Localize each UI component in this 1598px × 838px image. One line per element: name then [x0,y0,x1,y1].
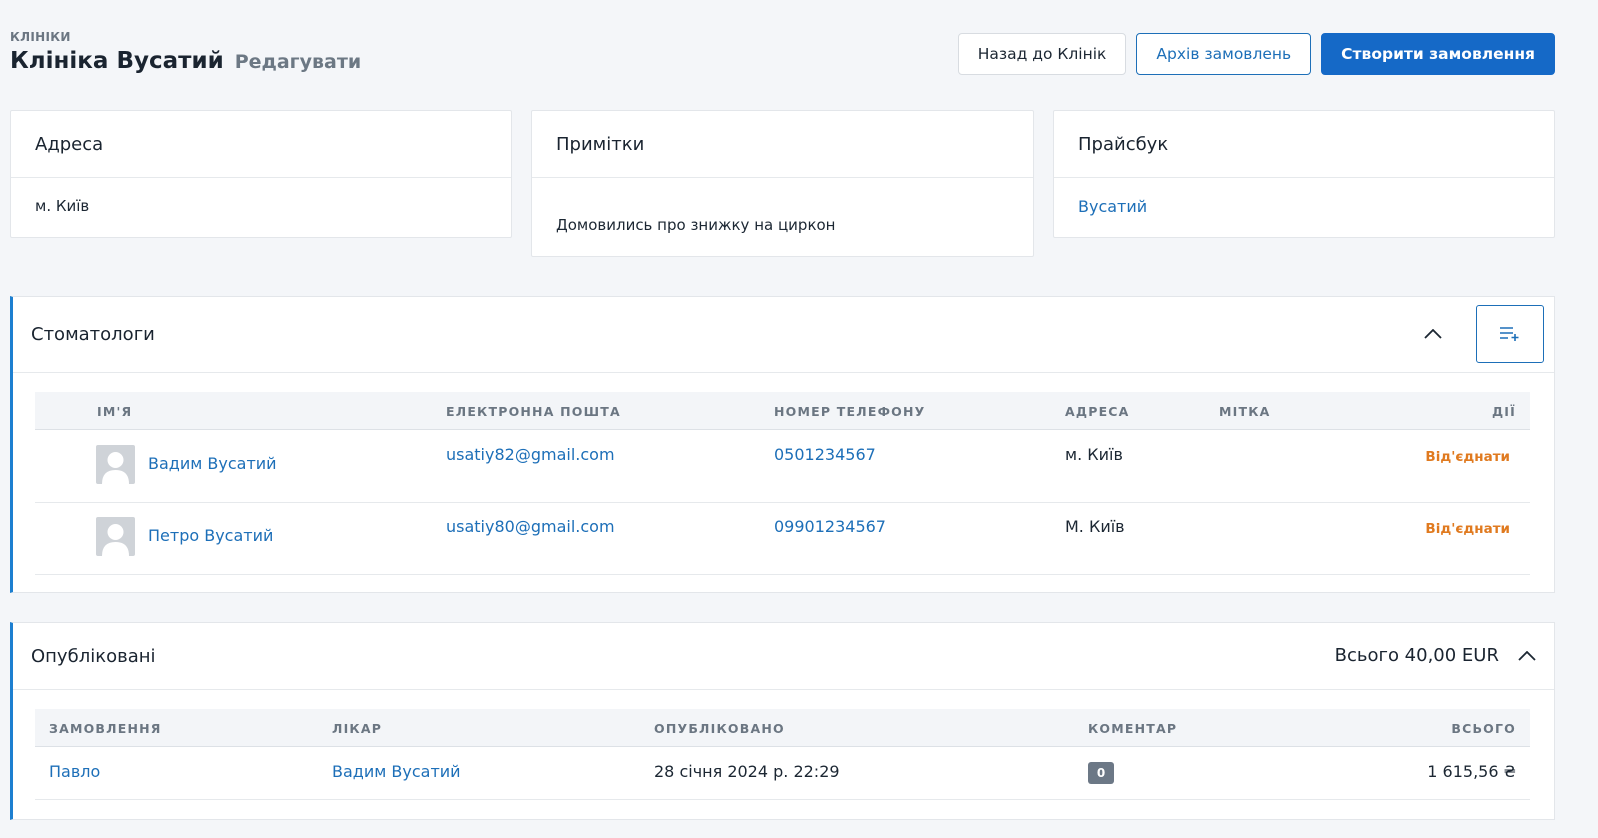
notes-card: Примітки Домовились про знижку на циркон [531,110,1034,257]
column-doctor[interactable]: ЛІКАР [332,721,382,736]
dentist-phone-link[interactable]: 09901234567 [774,517,886,536]
published-panel-title: Опубліковані [31,645,156,667]
add-dentist-button[interactable] [1476,305,1544,363]
column-phone[interactable]: НОМЕР ТЕЛЕФОНУ [774,404,926,419]
pricebook-link[interactable]: Вусатий [1054,178,1554,235]
dentist-email-link[interactable]: usatiy80@gmail.com [446,517,615,536]
published-panel-header: Опубліковані Всього 40,00 EUR [13,623,1554,690]
page-header: КЛІНІКИ Клініка Вусатий Редагувати [10,30,361,74]
user-placeholder-icon [102,452,129,484]
address-card: Адреса м. Київ [10,110,512,238]
comment-count-badge[interactable]: 0 [1088,762,1114,784]
page-title: Клініка Вусатий [10,48,224,74]
column-tag[interactable]: МІТКА [1219,404,1271,419]
column-name[interactable]: ІМ'Я [97,404,132,419]
user-placeholder-icon [102,524,129,556]
table-row: Петро Вусатий usatiy80@gmail.com 0990123… [35,503,1530,575]
chevron-up-icon[interactable] [1424,325,1442,343]
header-actions: Назад до Клінік Архів замовлень Створити… [957,33,1555,75]
column-address[interactable]: АДРЕСА [1065,404,1130,419]
create-order-button[interactable]: Створити замовлення [1321,33,1555,75]
pricebook-card: Прайсбук Вусатий [1053,110,1555,238]
avatar [96,517,135,556]
column-comments[interactable]: КОМЕНТАР [1088,721,1177,736]
dentist-address: м. Київ [1065,445,1123,464]
published-table-header: ЗАМОВЛЕННЯ ЛІКАР ОПУБЛІКОВАНО КОМЕНТАР В… [35,709,1530,747]
published-date: 28 січня 2024 р. 22:29 [654,762,840,781]
order-total: 1 615,56 ₴ [1427,762,1516,781]
edit-link[interactable]: Редагувати [235,51,361,73]
column-actions: ДІЇ [1491,404,1516,419]
column-published[interactable]: ОПУБЛІКОВАНО [654,721,785,736]
column-email[interactable]: ЕЛЕКТРОННА ПОШТА [446,404,621,419]
address-card-title: Адреса [11,111,511,178]
unlink-dentist-button[interactable]: Від'єднати [1425,521,1510,537]
avatar [96,445,135,484]
orders-archive-button[interactable]: Архів замовлень [1136,33,1312,75]
notes-value: Домовились про знижку на циркон [556,216,836,234]
chevron-up-icon[interactable] [1518,647,1536,665]
unlink-dentist-button[interactable]: Від'єднати [1425,449,1510,465]
dentist-name-link[interactable]: Вадим Вусатий [148,454,277,473]
published-panel: Опубліковані Всього 40,00 EUR ЗАМОВЛЕННЯ… [10,622,1555,820]
back-to-clinics-button[interactable]: Назад до Клінік [957,33,1127,75]
dentists-table-header: ІМ'Я ЕЛЕКТРОННА ПОШТА НОМЕР ТЕЛЕФОНУ АДР… [35,392,1530,430]
dentists-panel-title: Стоматологи [31,324,155,345]
published-total: Всього 40,00 EUR [1334,645,1499,666]
dentists-panel: Стоматологи ІМ'Я ЕЛЕКТРОННА ПОШТА НОМЕР … [10,296,1555,593]
table-row: Павло Вадим Вусатий 28 січня 2024 р. 22:… [35,748,1530,800]
table-row: Вадим Вусатий usatiy82@gmail.com 0501234… [35,431,1530,503]
dentist-name-link[interactable]: Петро Вусатий [148,526,273,545]
dentist-email-link[interactable]: usatiy82@gmail.com [446,445,615,464]
order-link[interactable]: Павло [49,762,100,781]
column-order[interactable]: ЗАМОВЛЕННЯ [49,721,162,736]
dentist-phone-link[interactable]: 0501234567 [774,445,876,464]
column-total[interactable]: ВСЬОГО [1451,721,1516,736]
dentists-panel-header: Стоматологи [13,297,1554,373]
playlist-add-icon [1500,327,1519,341]
doctor-link[interactable]: Вадим Вусатий [332,762,461,781]
notes-card-title: Примітки [532,111,1033,178]
pricebook-card-title: Прайсбук [1054,111,1554,178]
dentist-address: М. Київ [1065,517,1125,536]
address-value: м. Київ [35,197,90,215]
breadcrumb[interactable]: КЛІНІКИ [10,30,361,44]
